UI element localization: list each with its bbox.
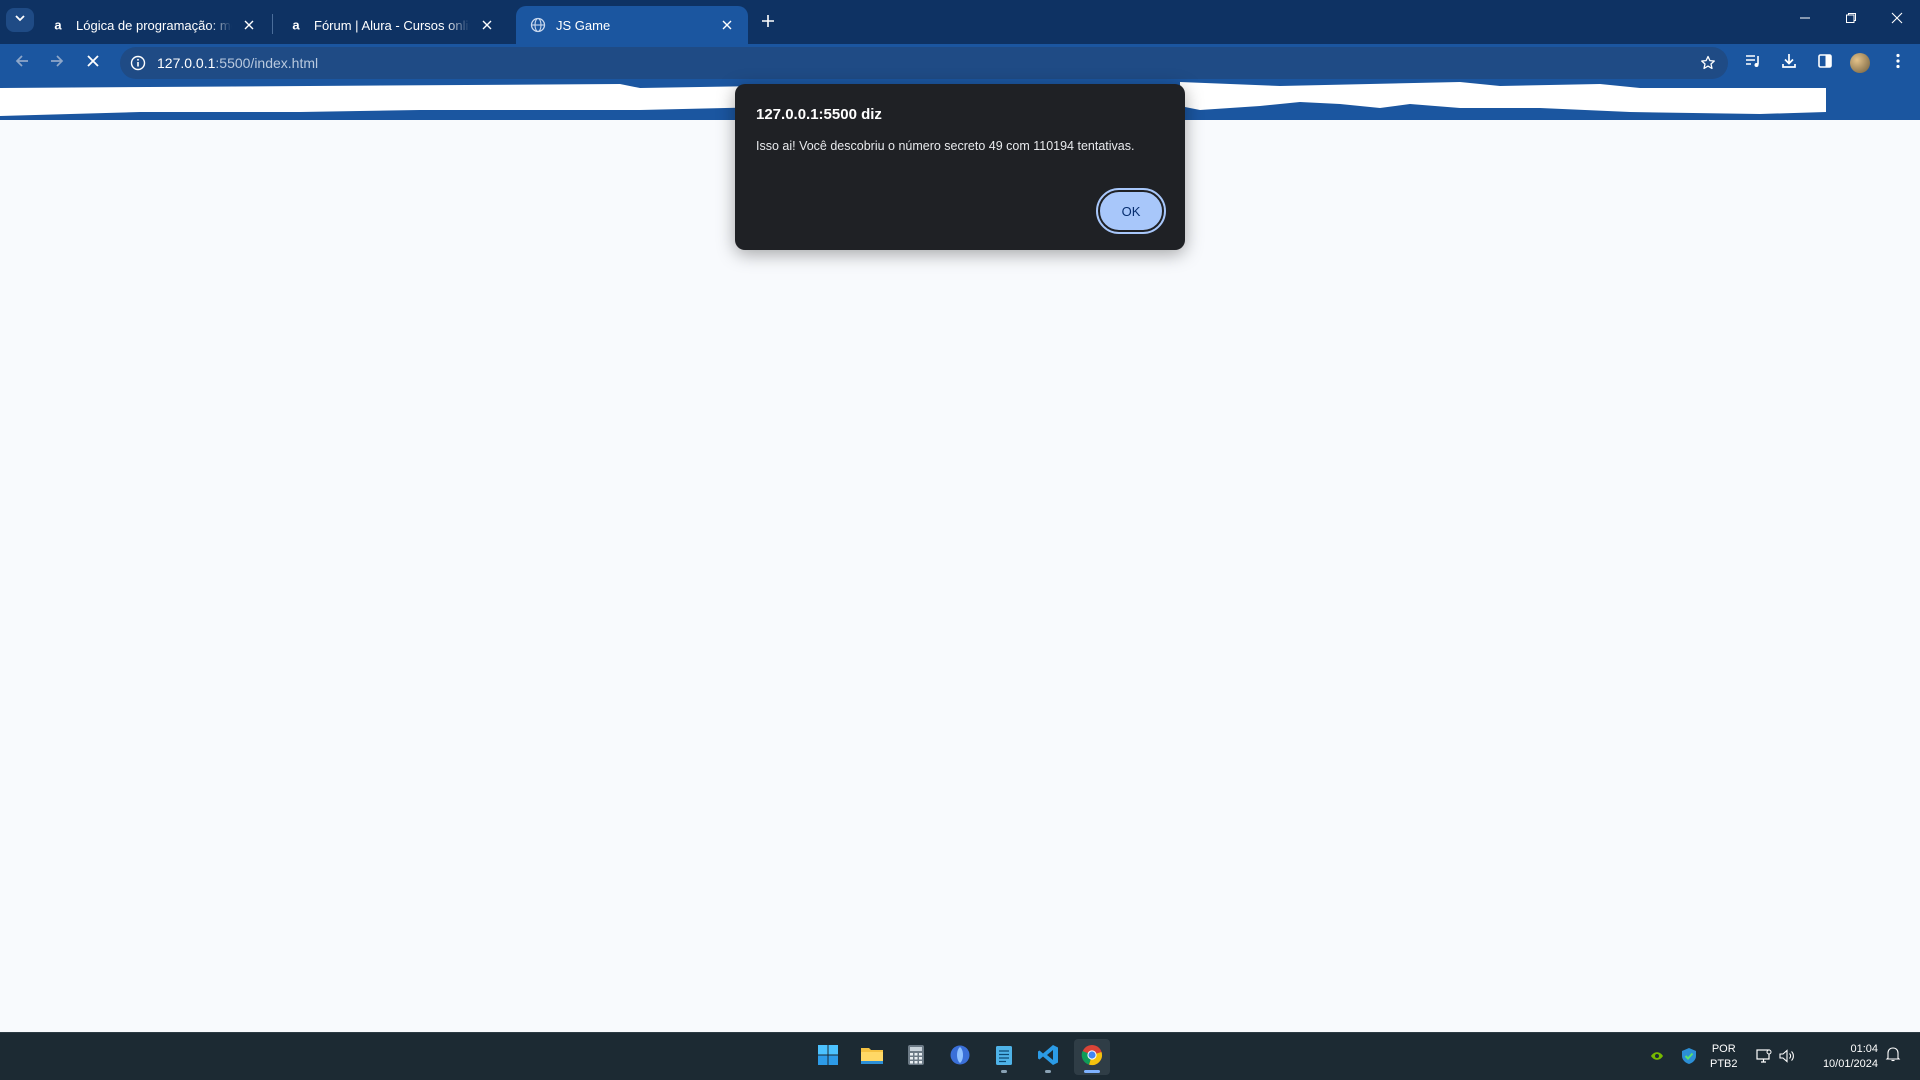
- svg-text:a: a: [292, 18, 300, 33]
- svg-text:a: a: [54, 18, 62, 33]
- start-icon: [817, 1044, 839, 1071]
- playlist-icon: [1744, 52, 1762, 75]
- arrow-left-icon: [14, 53, 30, 74]
- running-indicator: [1045, 1070, 1051, 1073]
- start-button[interactable]: [810, 1039, 846, 1075]
- tab-search-button[interactable]: [6, 8, 34, 32]
- taskbar-app[interactable]: [942, 1039, 978, 1075]
- restore-icon: [1845, 11, 1857, 29]
- bookmark-star-icon[interactable]: [1698, 53, 1718, 73]
- taskbar-notepad[interactable]: [986, 1039, 1022, 1075]
- site-info-icon[interactable]: [128, 53, 148, 73]
- download-icon: [1780, 52, 1798, 75]
- close-tab-icon[interactable]: [240, 16, 258, 34]
- tab-title: JS Game: [556, 17, 611, 33]
- url-host: 127.0.0.1: [157, 55, 216, 71]
- plus-icon: [761, 14, 775, 33]
- browser-menu-button[interactable]: [1887, 52, 1909, 74]
- running-indicator: [1001, 1070, 1007, 1073]
- address-bar[interactable]: 127.0.0.1:5500/index.html: [120, 47, 1728, 79]
- downloads-button[interactable]: [1778, 52, 1800, 74]
- new-tab-button[interactable]: [755, 10, 781, 36]
- chevron-down-icon: [14, 11, 26, 29]
- minimize-button[interactable]: [1782, 0, 1828, 40]
- vscode-icon: [1037, 1044, 1059, 1071]
- close-icon: [86, 54, 100, 73]
- volume-tray-icon[interactable]: [1778, 1047, 1796, 1065]
- dialog-message: Isso ai! Você descobriu o número secreto…: [756, 139, 1135, 153]
- browser-tab-strip: a Lógica de programação: mergulhe a Fóru…: [0, 0, 1920, 44]
- calculator-icon: [907, 1044, 925, 1071]
- tab-title: Fórum | Alura - Cursos online de: [314, 17, 470, 33]
- stop-loading-button[interactable]: [79, 49, 107, 77]
- notepad-icon: [995, 1044, 1013, 1071]
- dialog-origin-title: 127.0.0.1:5500 diz: [756, 106, 882, 123]
- side-panel-icon: [1816, 52, 1834, 75]
- browser-toolbar: 127.0.0.1:5500/index.html: [0, 44, 1920, 82]
- close-icon: [1891, 11, 1903, 29]
- clock-time: 01:04: [1850, 1043, 1878, 1055]
- alert-dialog: 127.0.0.1:5500 diz Isso ai! Você descobr…: [735, 84, 1185, 250]
- running-indicator: [1084, 1070, 1100, 1073]
- language-code: POR: [1711, 1043, 1736, 1055]
- forward-button[interactable]: [43, 49, 71, 77]
- restore-button[interactable]: [1828, 0, 1874, 40]
- clock-date: 10/01/2024: [1822, 1058, 1878, 1070]
- url-path: :5500/index.html: [215, 55, 319, 71]
- arrow-right-icon: [49, 53, 65, 74]
- windows-taskbar: POR PTB2 01:04 10/01/2024: [0, 1032, 1920, 1080]
- close-tab-icon[interactable]: [478, 16, 496, 34]
- taskbar-calculator[interactable]: [898, 1039, 934, 1075]
- alura-icon: a: [50, 17, 66, 33]
- close-window-button[interactable]: [1874, 0, 1920, 40]
- minimize-icon: [1799, 11, 1811, 29]
- more-vertical-icon: [1895, 53, 1901, 74]
- notification-bell-icon: [1885, 1046, 1901, 1067]
- network-tray-icon[interactable]: [1755, 1047, 1773, 1065]
- nvidia-tray-icon[interactable]: [1648, 1047, 1666, 1065]
- back-button[interactable]: [8, 49, 36, 77]
- profile-avatar[interactable]: [1850, 53, 1870, 73]
- side-panel-button[interactable]: [1814, 52, 1836, 74]
- tab-separator: [272, 14, 273, 34]
- security-tray-icon[interactable]: [1680, 1047, 1698, 1065]
- keyboard-layout: PTB2: [1710, 1058, 1738, 1070]
- system-clock[interactable]: 01:04 10/01/2024: [1812, 1042, 1878, 1072]
- ok-button[interactable]: OK: [1096, 188, 1166, 234]
- taskbar-file-explorer[interactable]: [854, 1039, 890, 1075]
- tab-forum-alura[interactable]: a Fórum | Alura - Cursos online de: [274, 6, 508, 44]
- input-language-indicator[interactable]: POR PTB2: [1710, 1042, 1738, 1072]
- tab-title: Lógica de programação: mergulhe: [76, 17, 232, 33]
- taskbar-vscode[interactable]: [1030, 1039, 1066, 1075]
- app-icon: [949, 1044, 971, 1071]
- close-tab-icon[interactable]: [718, 16, 736, 34]
- file-explorer-icon: [860, 1044, 884, 1071]
- globe-icon: [530, 17, 546, 33]
- notification-center-button[interactable]: [1884, 1046, 1902, 1067]
- url-text: 127.0.0.1:5500/index.html: [157, 55, 318, 71]
- tab-logica-programacao[interactable]: a Lógica de programação: mergulhe: [36, 6, 270, 44]
- chrome-icon: [1081, 1044, 1103, 1071]
- tab-js-game[interactable]: JS Game: [516, 6, 748, 44]
- alura-icon: a: [288, 17, 304, 33]
- media-controls-button[interactable]: [1742, 52, 1764, 74]
- taskbar-chrome[interactable]: [1074, 1039, 1110, 1075]
